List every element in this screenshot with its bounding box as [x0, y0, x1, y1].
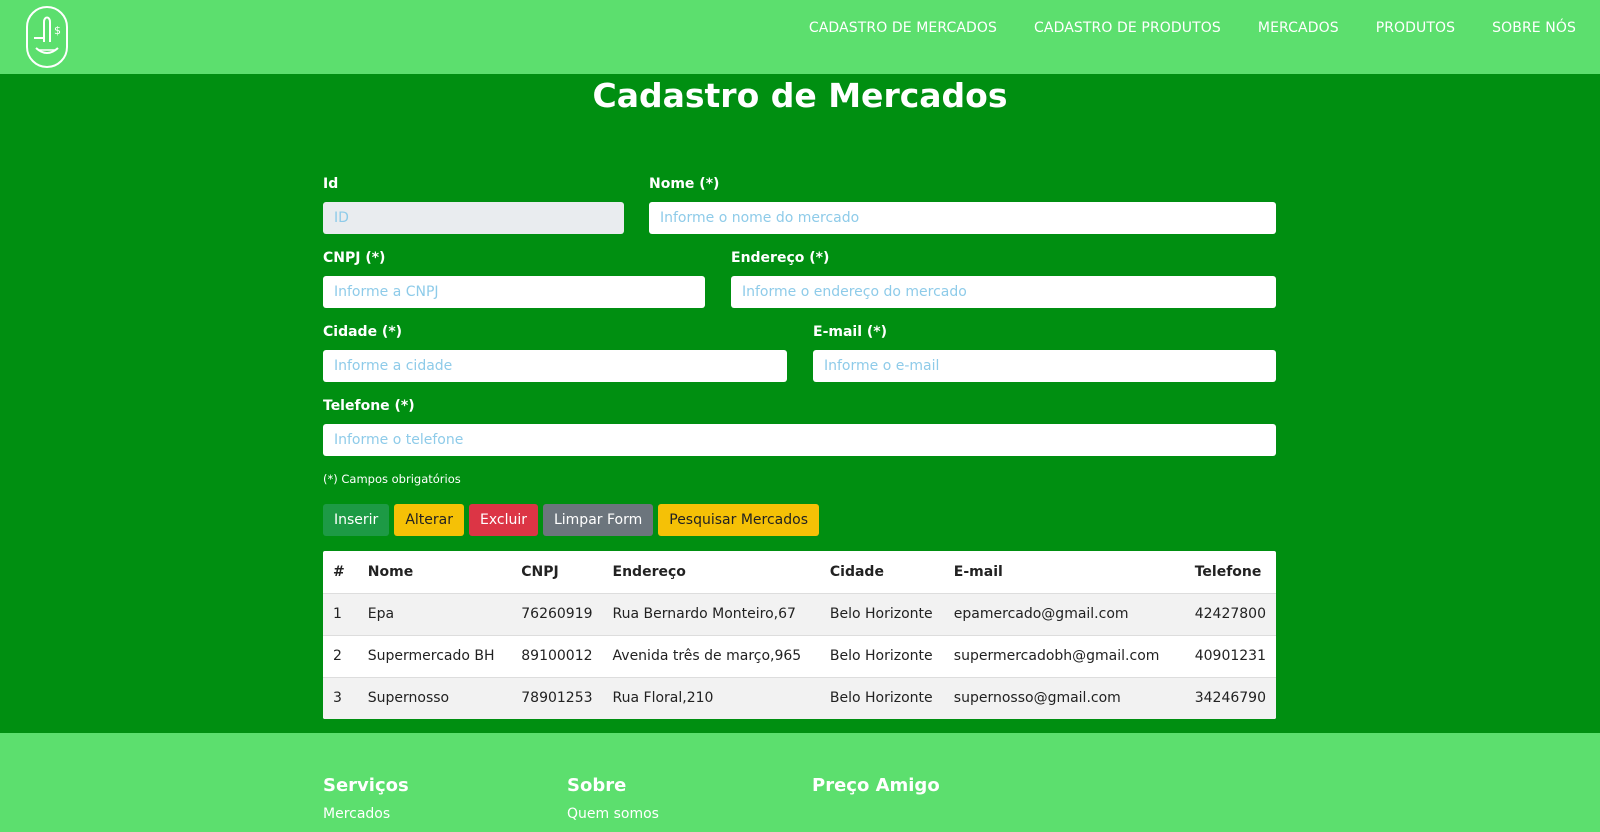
email-label: E-mail (*) [813, 324, 887, 340]
nome-field[interactable] [649, 202, 1276, 234]
endereco-field[interactable] [731, 276, 1276, 308]
cnpj-label: CNPJ (*) [323, 250, 386, 266]
table-row[interactable]: 2 Supermercado BH 89100012 Avenida três … [323, 634, 1276, 677]
cell-email: supermercadobh@gmail.com [943, 634, 1185, 677]
page-title: Cadastro de Mercados [592, 76, 1008, 115]
cell-email: supernosso@gmail.com [943, 676, 1185, 719]
excluir-button[interactable]: Excluir [468, 504, 538, 536]
cell-telefone: 40901231 [1184, 634, 1276, 677]
column-header-number: # [323, 551, 358, 594]
nome-label: Nome (*) [649, 176, 720, 192]
footer-sobre-title: Sobre [567, 775, 627, 796]
cell-telefone: 34246790 [1184, 676, 1276, 719]
id-field[interactable] [323, 202, 624, 234]
logo[interactable]: $ [26, 6, 68, 68]
table-row[interactable]: 3 Supernosso 78901253 Rua Floral,210 Bel… [323, 676, 1276, 719]
limpar-form-button[interactable]: Limpar Form [542, 504, 654, 536]
footer-servicos: Serviços Mercados [323, 775, 409, 822]
cell-endereco: Avenida três de março,965 [602, 634, 820, 677]
cell-cidade: Belo Horizonte [819, 592, 944, 635]
cell-cnpj: 78901253 [511, 676, 603, 719]
nav-sobre-nos[interactable]: SOBRE NÓS [1492, 20, 1576, 36]
top-navbar: $ CADASTRO DE MERCADOS CADASTRO DE PRODU… [0, 0, 1600, 74]
faucet-logo-icon: $ [34, 16, 61, 54]
column-header-email: E-mail [943, 551, 1185, 594]
required-fields-note: (*) Campos obrigatórios [323, 472, 461, 486]
telefone-field[interactable] [323, 424, 1276, 456]
svg-text:$: $ [54, 24, 61, 37]
column-header-cnpj: CNPJ [511, 551, 603, 594]
nav-cadastro-mercados[interactable]: CADASTRO DE MERCADOS [809, 20, 997, 36]
endereco-label: Endereço (*) [731, 250, 830, 266]
alterar-button[interactable]: Alterar [394, 504, 464, 536]
cell-cidade: Belo Horizonte [819, 634, 944, 677]
cidade-label: Cidade (*) [323, 324, 403, 340]
column-header-nome: Nome [357, 551, 512, 594]
column-header-endereco: Endereço [602, 551, 820, 594]
footer-link-quem-somos[interactable]: Quem somos [567, 806, 659, 822]
cell-cnpj: 89100012 [511, 634, 603, 677]
column-header-cidade: Cidade [819, 551, 944, 594]
footer-link-mercados[interactable]: Mercados [323, 806, 409, 822]
nav-produtos[interactable]: PRODUTOS [1376, 20, 1455, 36]
footer-brand-title: Preço Amigo [812, 775, 940, 796]
cell-telefone: 42427800 [1184, 592, 1276, 635]
cell-cnpj: 76260919 [511, 592, 603, 635]
cell-number: 2 [323, 634, 358, 677]
cell-nome: Epa [357, 592, 512, 635]
nav-cadastro-produtos[interactable]: CADASTRO DE PRODUTOS [1034, 20, 1221, 36]
cell-endereco: Rua Floral,210 [602, 676, 820, 719]
cell-cidade: Belo Horizonte [819, 676, 944, 719]
table-header-row: # Nome CNPJ Endereço Cidade E-mail Telef… [323, 551, 1276, 594]
id-label: Id [323, 176, 339, 192]
mercados-table: # Nome CNPJ Endereço Cidade E-mail Telef… [323, 551, 1276, 719]
inserir-button[interactable]: Inserir [323, 504, 390, 536]
cell-nome: Supermercado BH [357, 634, 512, 677]
main-nav: CADASTRO DE MERCADOS CADASTRO DE PRODUTO… [809, 20, 1576, 36]
table-row[interactable]: 1 Epa 76260919 Rua Bernardo Monteiro,67 … [323, 592, 1276, 635]
column-header-telefone: Telefone [1184, 551, 1276, 594]
cell-email: epamercado@gmail.com [943, 592, 1185, 635]
email-field[interactable] [813, 350, 1276, 382]
footer-brand: Preço Amigo [812, 775, 940, 796]
cell-number: 1 [323, 592, 358, 635]
footer-sobre: Sobre Quem somos [567, 775, 659, 822]
form-actions: Inserir Alterar Excluir Limpar Form Pesq… [323, 504, 819, 536]
cell-nome: Supernosso [357, 676, 512, 719]
cell-number: 3 [323, 676, 358, 719]
telefone-label: Telefone (*) [323, 398, 415, 414]
cnpj-field[interactable] [323, 276, 705, 308]
pesquisar-mercados-button[interactable]: Pesquisar Mercados [658, 504, 819, 536]
footer-servicos-title: Serviços [323, 775, 409, 796]
nav-mercados[interactable]: MERCADOS [1258, 20, 1339, 36]
cidade-field[interactable] [323, 350, 787, 382]
footer: Serviços Mercados Sobre Quem somos Preço… [0, 733, 1600, 832]
cell-endereco: Rua Bernardo Monteiro,67 [602, 592, 820, 635]
